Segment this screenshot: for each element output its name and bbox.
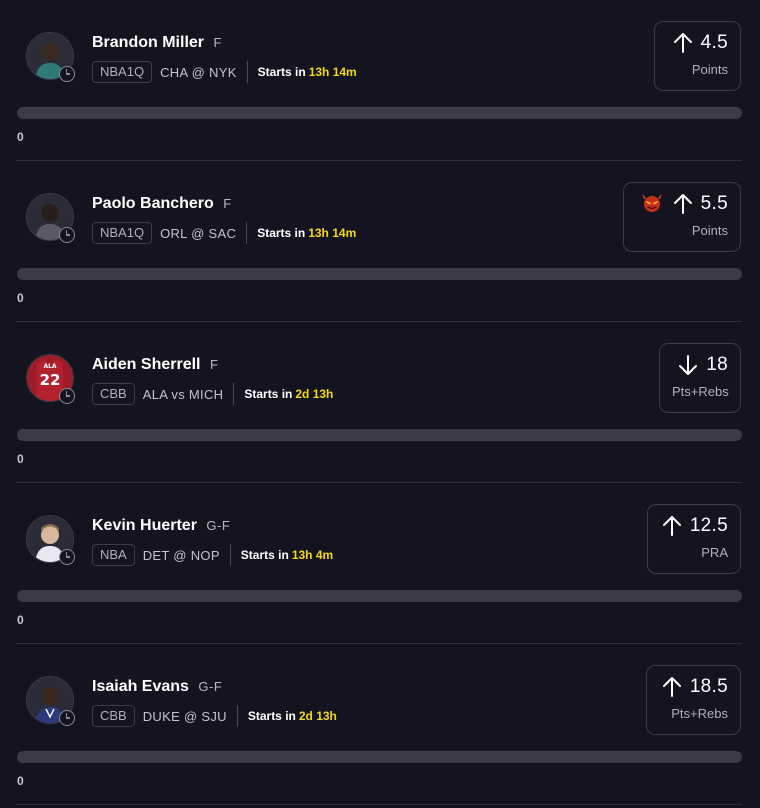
progress-bar	[17, 429, 742, 441]
prop-row[interactable]: ALA 22 Aiden Sherrell F CBB ALA vs MICH …	[0, 322, 760, 483]
prop-list: Brandon Miller F NBA1Q CHA @ NYK Starts …	[0, 0, 760, 808]
devil-icon	[639, 190, 665, 219]
countdown: 13h 14m	[308, 226, 357, 240]
divider	[246, 61, 248, 83]
matchup: DUKE @ SJU	[142, 708, 227, 724]
prop-row[interactable]: Kevin Huerter G-F NBA DET @ NOP Starts i…	[0, 483, 760, 644]
countdown: 2d 13h	[298, 709, 337, 723]
arrow-up-icon	[662, 676, 682, 698]
stat-type: Points	[691, 62, 728, 77]
line-value: 5.5	[700, 193, 728, 214]
league-badge: NBA	[92, 544, 135, 566]
progress-count: 0	[17, 774, 24, 788]
league-badge: CBB	[92, 383, 135, 405]
countdown: 13h 4m	[291, 548, 334, 562]
countdown: 2d 13h	[295, 387, 334, 401]
divider	[246, 222, 248, 244]
stat-type: PRA	[701, 545, 728, 560]
clock-icon	[59, 549, 75, 565]
prop-row[interactable]: Brandon Miller F NBA1Q CHA @ NYK Starts …	[0, 0, 760, 161]
pick-button[interactable]: 12.5 PRA	[647, 504, 741, 574]
starts-label: Starts in	[240, 548, 289, 562]
progress-bar	[17, 751, 742, 763]
matchup: ORL @ SAC	[160, 225, 237, 241]
prop-row[interactable]: Isaiah Evans G-F CBB DUKE @ SJU Starts i…	[0, 644, 760, 805]
league-badge: CBB	[92, 705, 135, 727]
divider	[229, 544, 231, 566]
player-position: G-F	[206, 518, 231, 533]
svg-text:22: 22	[40, 371, 61, 389]
starts-label: Starts in	[257, 65, 306, 79]
matchup: DET @ NOP	[142, 547, 220, 563]
arrow-up-icon	[662, 515, 682, 537]
progress-count: 0	[17, 452, 24, 466]
league-badge: NBA1Q	[92, 61, 153, 83]
league-badge: NBA1Q	[92, 222, 153, 244]
player-position: G-F	[198, 679, 223, 694]
pick-button[interactable]: 18.5 Pts+Rebs	[646, 665, 741, 735]
pick-button[interactable]: 4.5 Points	[654, 21, 741, 91]
line-value: 12.5	[689, 515, 728, 536]
starts-label: Starts in	[244, 387, 293, 401]
divider	[233, 383, 235, 405]
line-value: 18.5	[689, 676, 728, 697]
pick-button[interactable]: 18 Pts+Rebs	[659, 343, 741, 413]
player-position: F	[209, 357, 219, 372]
line-value: 4.5	[700, 32, 728, 53]
stat-type: Pts+Rebs	[672, 384, 729, 399]
player-name[interactable]: Kevin Huerter	[92, 517, 197, 534]
arrow-up-icon	[673, 32, 693, 54]
starts-label: Starts in	[247, 709, 296, 723]
divider	[236, 705, 238, 727]
svg-text:ALA: ALA	[43, 363, 56, 370]
matchup: ALA vs MICH	[142, 386, 224, 402]
clock-icon	[59, 66, 75, 82]
player-name[interactable]: Brandon Miller	[92, 34, 204, 51]
row-divider	[16, 804, 742, 805]
prop-row[interactable]: Paolo Banchero F NBA1Q ORL @ SAC Starts …	[0, 161, 760, 322]
starts-label: Starts in	[257, 226, 306, 240]
progress-bar	[17, 268, 742, 280]
clock-icon	[59, 710, 75, 726]
arrow-down-icon	[678, 354, 698, 376]
countdown: 13h 14m	[308, 65, 357, 79]
player-position: F	[223, 196, 232, 211]
progress-count: 0	[17, 291, 24, 305]
line-value: 18	[706, 354, 728, 375]
arrow-up-icon	[673, 193, 693, 215]
progress-bar	[17, 590, 742, 602]
pick-button[interactable]: 5.5 Points	[623, 182, 741, 252]
progress-count: 0	[17, 130, 24, 144]
matchup: CHA @ NYK	[160, 64, 237, 80]
clock-icon	[59, 388, 75, 404]
clock-icon	[59, 227, 75, 243]
stat-type: Points	[691, 223, 728, 238]
player-position: F	[213, 35, 222, 50]
progress-bar	[17, 107, 742, 119]
player-name[interactable]: Isaiah Evans	[92, 678, 189, 695]
player-name[interactable]: Paolo Banchero	[92, 195, 214, 212]
player-name[interactable]: Aiden Sherrell	[92, 356, 200, 373]
progress-count: 0	[17, 613, 24, 627]
stat-type: Pts+Rebs	[671, 706, 728, 721]
